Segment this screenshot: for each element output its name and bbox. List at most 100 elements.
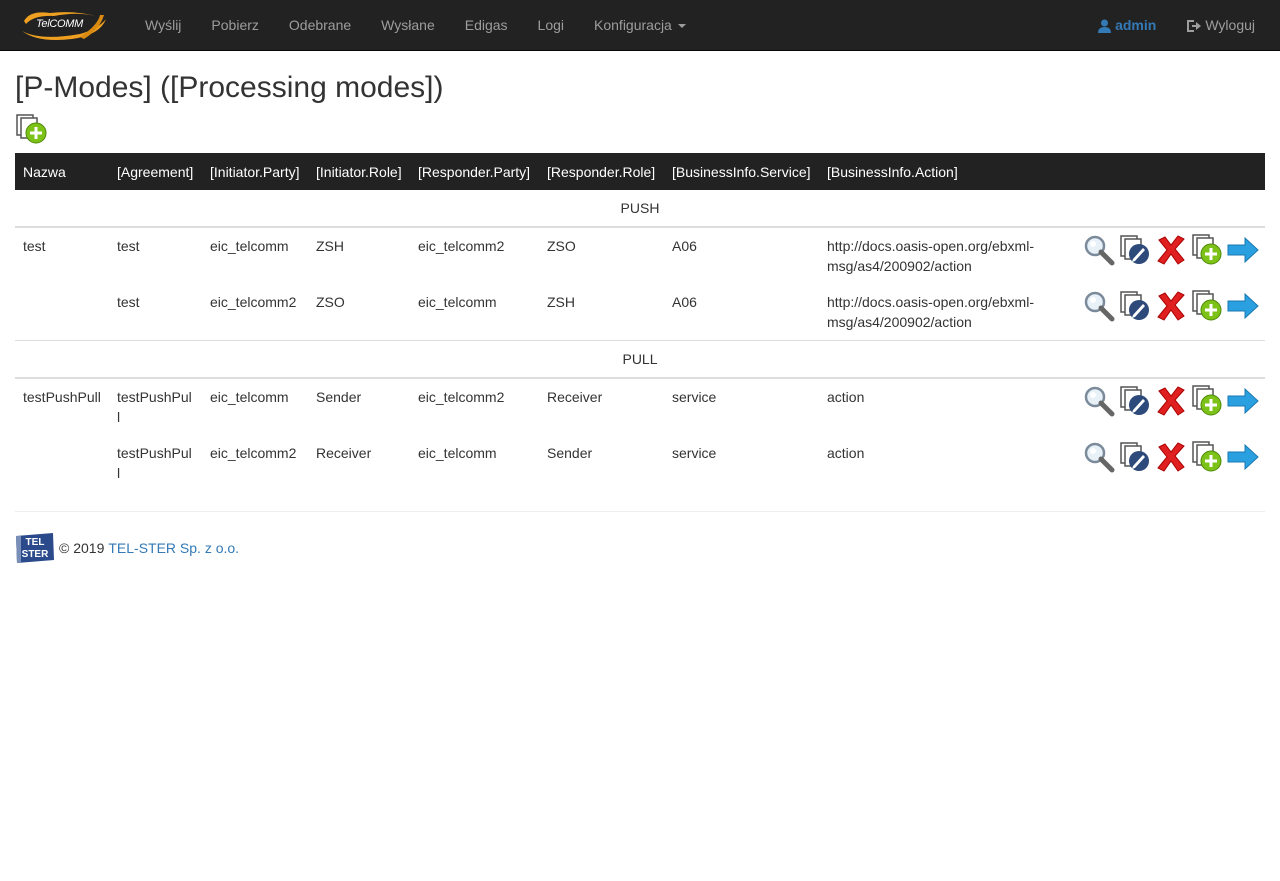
brand-logo[interactable]: TelCOMM <box>0 0 110 51</box>
delete-icon[interactable] <box>1155 385 1187 417</box>
cell-initiator-role: Sender <box>316 389 362 405</box>
top-navbar: TelCOMM Wyślij Pobierz Odebrane Wysłane … <box>0 0 1280 51</box>
table-header-row: Nazwa [Agreement] [Initiator.Party] [Ini… <box>15 153 1265 190</box>
user-name: admin <box>1115 17 1157 33</box>
header-service: [BusinessInfo.Service] <box>672 163 811 180</box>
logout-link[interactable]: Wyloguj <box>1171 0 1270 51</box>
view-icon[interactable] <box>1083 290 1115 322</box>
footer-divider <box>15 511 1265 512</box>
arrow-right-icon[interactable] <box>1227 290 1259 322</box>
edit-icon[interactable] <box>1119 234 1151 266</box>
header-initiator-party: [Initiator.Party] <box>210 163 300 180</box>
view-icon[interactable] <box>1083 234 1115 266</box>
add-pmode-button[interactable] <box>15 114 49 146</box>
row-actions <box>1075 378 1265 435</box>
cell-agreement: test <box>117 294 140 310</box>
cell-agreement: test <box>117 238 140 254</box>
group-label: PUSH <box>15 190 1265 228</box>
svg-text:TEL: TEL <box>26 537 45 548</box>
cell-name: test <box>23 238 46 254</box>
logout-label: Wyloguj <box>1205 17 1255 33</box>
cell-action: http://docs.oasis-open.org/ebxml-msg/as4… <box>827 238 1034 274</box>
cell-name <box>15 435 109 491</box>
table-row: testPushPull eic_telcomm2 Receiver eic_telc… <box>15 435 1265 491</box>
cell-service: service <box>672 445 717 461</box>
cell-service: A06 <box>672 294 697 310</box>
tel-ster-logo: TEL STER <box>16 533 54 563</box>
cell-responder-role: Sender <box>547 445 593 461</box>
cell-name: testPushPull <box>23 389 101 405</box>
header-actions <box>1075 153 1265 190</box>
view-icon[interactable] <box>1083 441 1115 473</box>
table-row: test test eic_telcomm ZSH eic_telcomm2 ZSO A06… <box>15 227 1265 284</box>
group-row: PULL <box>15 340 1265 379</box>
delete-icon[interactable] <box>1155 290 1187 322</box>
row-actions <box>1075 227 1265 284</box>
delete-icon[interactable] <box>1155 441 1187 473</box>
nav-item-edigas[interactable]: Edigas <box>450 0 523 51</box>
copy-add-icon[interactable] <box>1191 441 1223 473</box>
cell-responder-party: eic_telcomm <box>418 445 497 461</box>
cell-responder-party: eic_telcomm <box>418 294 497 310</box>
cell-agreement: testPushPull <box>117 445 192 481</box>
caret-down-icon <box>677 23 686 28</box>
table-body: PUSH test test eic_telcomm ZSH eic_telcomm2 ZS… <box>15 190 1265 491</box>
table-row: testPushPull testPushPull eic_telcomm Sende… <box>15 378 1265 435</box>
edit-icon[interactable] <box>1119 290 1151 322</box>
group-row: PUSH <box>15 190 1265 228</box>
header-responder-party: [Responder.Party] <box>418 163 531 180</box>
user-menu[interactable]: admin <box>1083 0 1171 51</box>
user-icon <box>1098 19 1112 33</box>
page-title: [P-Modes] ([Processing modes]) <box>15 71 444 104</box>
nav-item-wyslane[interactable]: Wysłane <box>366 0 450 51</box>
cell-action: action <box>827 389 865 405</box>
nav-item-pobierz[interactable]: Pobierz <box>196 0 273 51</box>
cell-responder-party: eic_telcomm2 <box>418 238 505 254</box>
view-icon[interactable] <box>1083 385 1115 417</box>
cell-responder-role: ZSH <box>547 294 575 310</box>
copy-add-icon[interactable] <box>1191 385 1223 417</box>
header-nazwa: Nazwa <box>23 163 66 180</box>
company-link[interactable]: TEL-STER Sp. z o.o. <box>108 540 239 556</box>
cell-responder-role: Receiver <box>547 389 603 405</box>
footer: TEL STER © 2019 TEL-STER Sp. z o.o. <box>15 532 1265 564</box>
nav-item-odebrane[interactable]: Odebrane <box>274 0 366 51</box>
arrow-right-icon[interactable] <box>1227 441 1259 473</box>
cell-action: action <box>827 445 865 461</box>
header-responder-role: [Responder.Role] <box>547 163 656 180</box>
cell-responder-role: ZSO <box>547 238 576 254</box>
cell-initiator-party: eic_telcomm <box>210 389 289 405</box>
header-action: [BusinessInfo.Action] <box>827 163 958 180</box>
cell-initiator-role: ZSH <box>316 238 344 254</box>
row-actions <box>1075 284 1265 341</box>
edit-icon[interactable] <box>1119 441 1151 473</box>
cell-service: service <box>672 389 717 405</box>
cell-initiator-party: eic_telcomm2 <box>210 445 297 461</box>
copyright-text: © 2019 <box>59 540 105 556</box>
cell-initiator-role: Receiver <box>316 445 372 461</box>
table-row: test eic_telcomm2 ZSO eic_telcomm ZSH A06 http… <box>15 284 1265 341</box>
group-label: PULL <box>15 340 1265 379</box>
pmodes-table: Nazwa [Agreement] [Initiator.Party] [Ini… <box>15 153 1265 491</box>
cell-initiator-party: eic_telcomm <box>210 238 289 254</box>
cell-responder-party: eic_telcomm2 <box>418 389 505 405</box>
row-actions <box>1075 435 1265 491</box>
edit-icon[interactable] <box>1119 385 1151 417</box>
header-agreement: [Agreement] <box>117 163 194 180</box>
logout-icon <box>1186 19 1202 33</box>
nav-item-konfiguracja-label: Konfiguracja <box>594 16 672 33</box>
cell-service: A06 <box>672 238 697 254</box>
arrow-right-icon[interactable] <box>1227 234 1259 266</box>
copy-add-icon[interactable] <box>1191 234 1223 266</box>
copy-add-icon[interactable] <box>1191 290 1223 322</box>
main-nav: Wyślij Pobierz Odebrane Wysłane Edigas L… <box>130 0 701 51</box>
add-document-icon <box>16 114 47 144</box>
nav-item-konfiguracja[interactable]: Konfiguracja <box>579 0 701 51</box>
cell-agreement: testPushPull <box>117 389 192 425</box>
delete-icon[interactable] <box>1155 234 1187 266</box>
arrow-right-icon[interactable] <box>1227 385 1259 417</box>
cell-initiator-role: ZSO <box>316 294 345 310</box>
nav-item-logi[interactable]: Logi <box>523 0 579 51</box>
svg-text:STER: STER <box>22 549 49 560</box>
nav-item-wyslij[interactable]: Wyślij <box>130 0 196 51</box>
